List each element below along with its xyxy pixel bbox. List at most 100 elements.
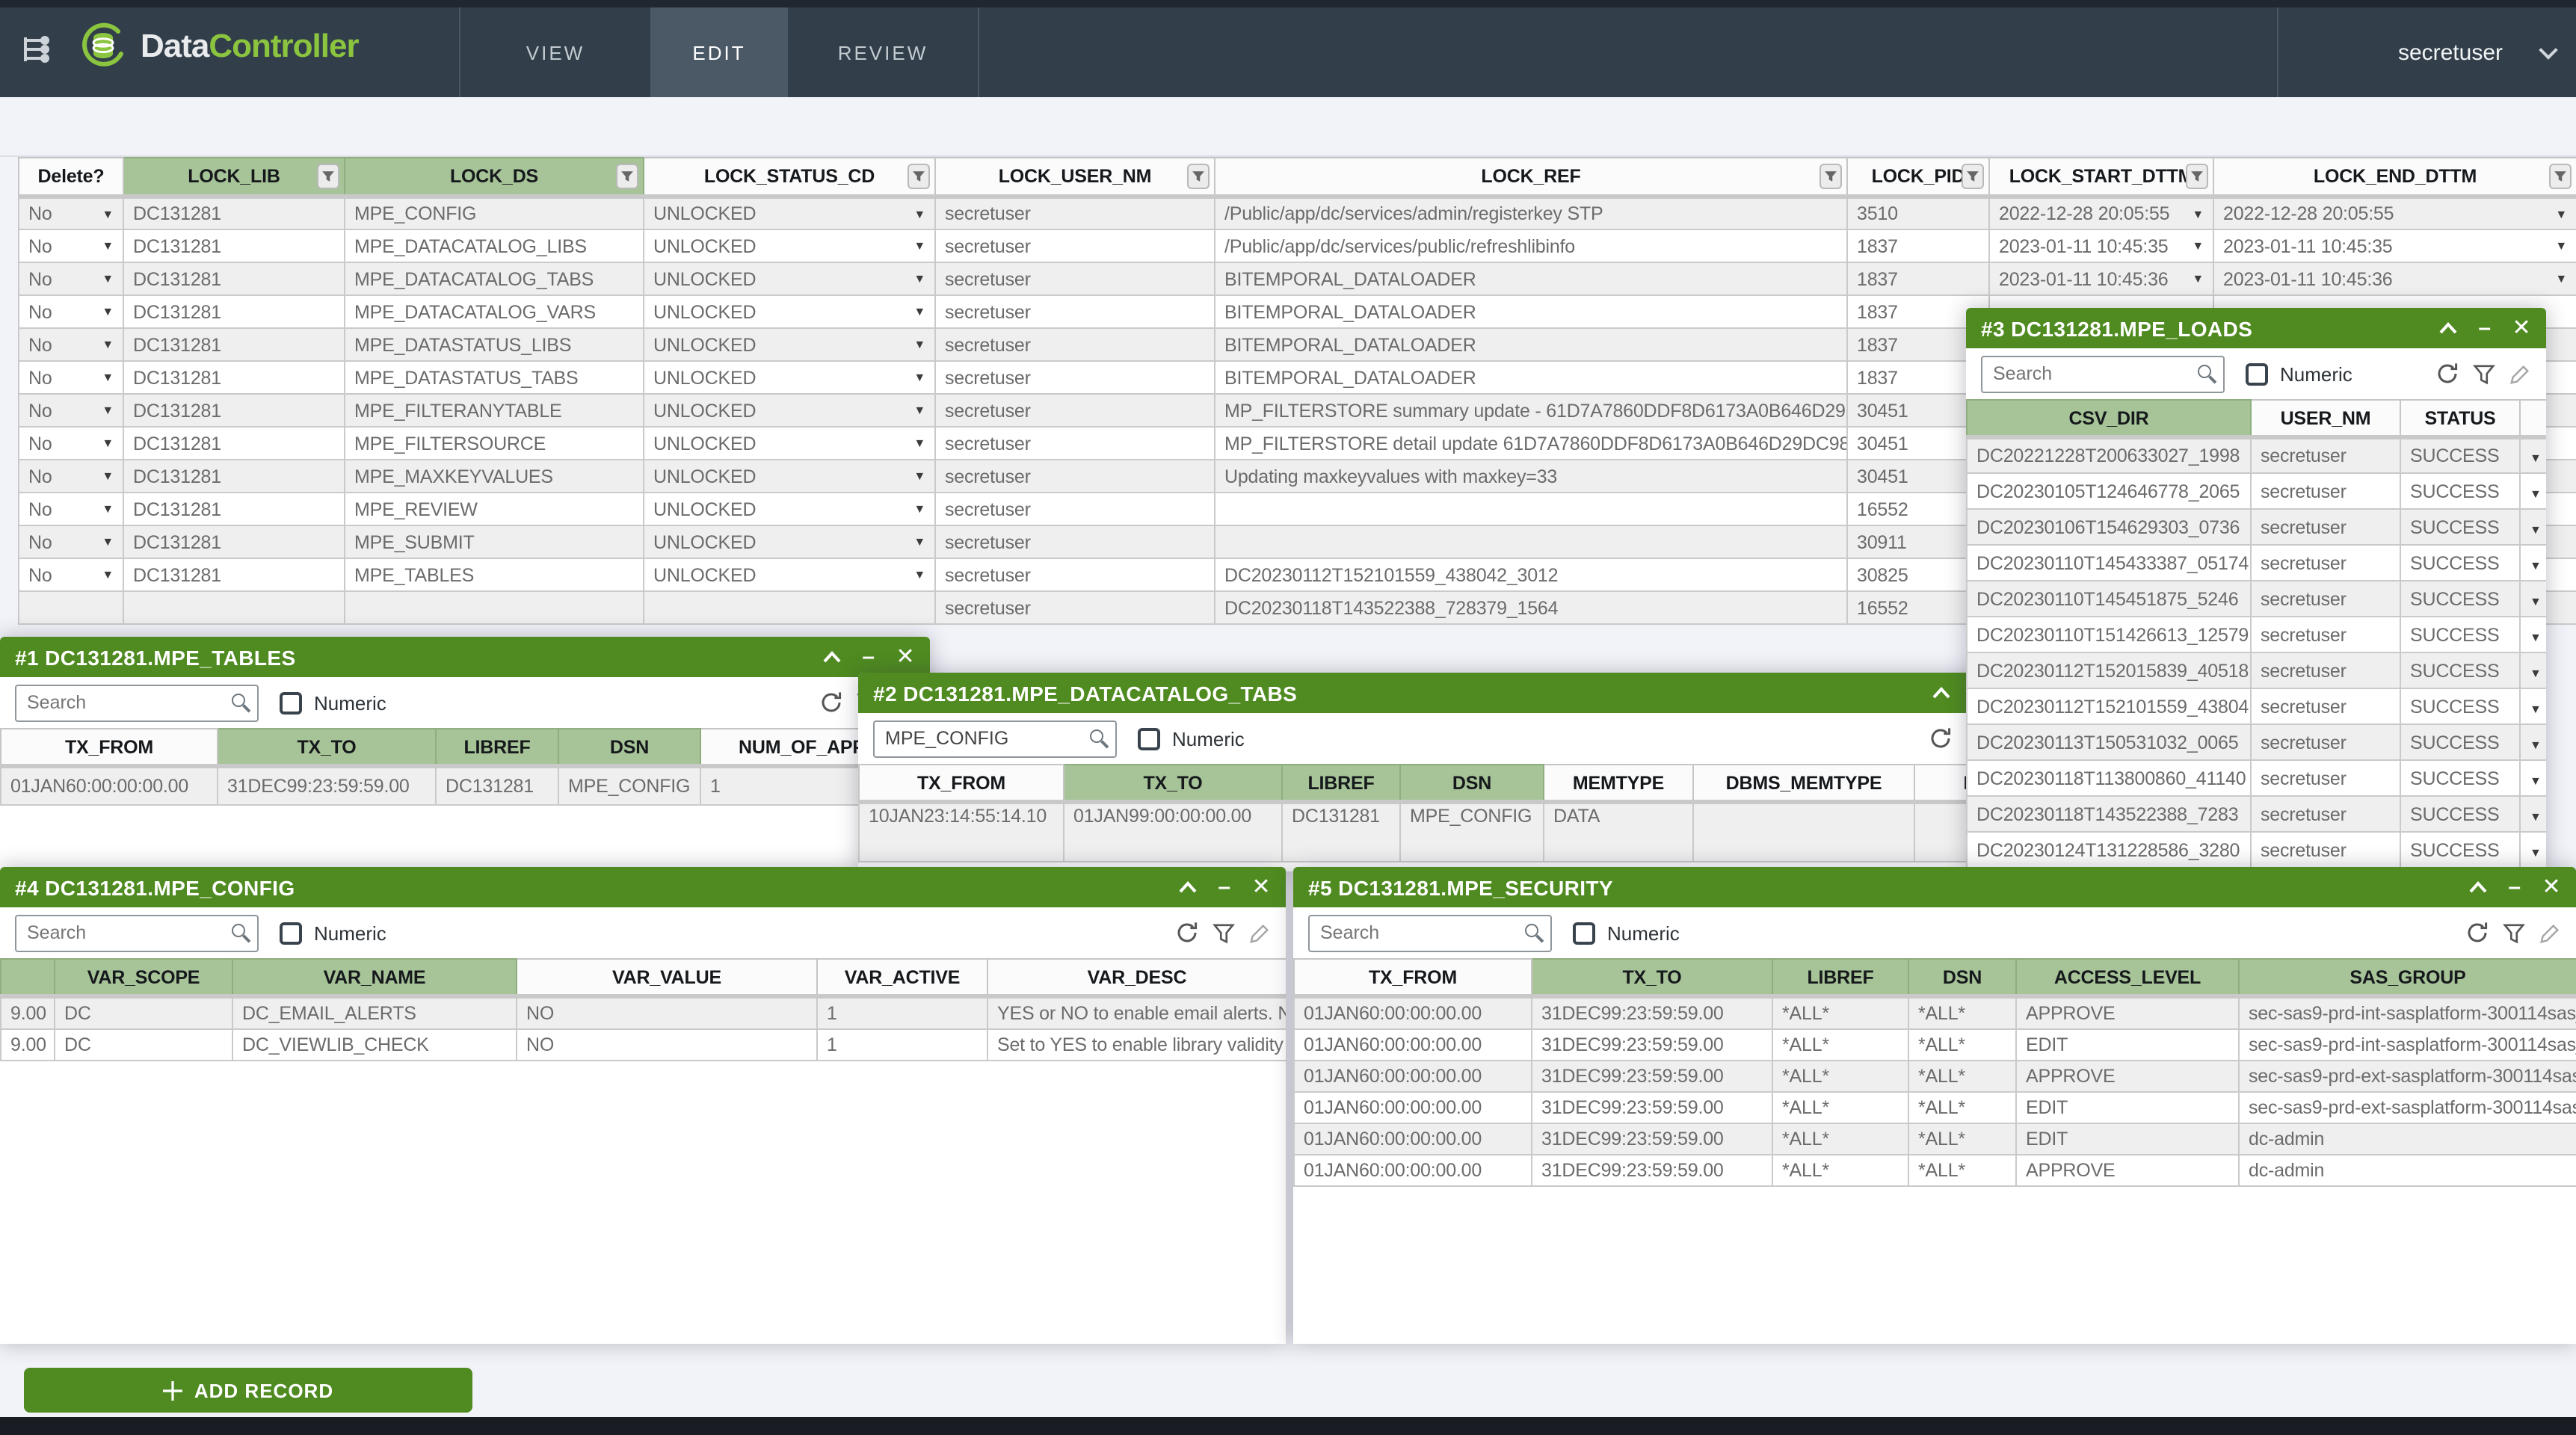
tab-review[interactable]: REVIEW	[788, 7, 979, 97]
tab-view[interactable]: VIEW	[459, 7, 650, 97]
lock-status-select-cell[interactable]: UNLOCKED▼	[644, 394, 935, 427]
lock-status-select-cell[interactable]: UNLOCKED▼	[644, 525, 935, 558]
pencil-icon[interactable]	[1248, 922, 1271, 944]
column-filter-button[interactable]	[317, 164, 339, 189]
pencil-icon[interactable]	[2509, 362, 2531, 385]
refresh-icon[interactable]	[819, 691, 843, 715]
lock-status-select-cell[interactable]: UNLOCKED▼	[644, 361, 935, 394]
lock-status-select-cell[interactable]: UNLOCKED▼	[644, 295, 935, 328]
delete-select-cell[interactable]: No▼	[19, 460, 123, 493]
lock-end-select-cell[interactable]: 2023-01-11 10:45:36▼	[2213, 262, 2576, 295]
collapse-chevron-icon[interactable]	[2438, 321, 2457, 335]
delete-select-cell[interactable]: No▼	[19, 229, 123, 262]
lock-status-select-cell[interactable]: UNLOCKED▼	[644, 427, 935, 460]
column-filter-button[interactable]	[908, 164, 930, 189]
column-filter-button[interactable]	[616, 164, 638, 189]
numeric-checkbox[interactable]: Numeric	[280, 922, 386, 944]
search-input[interactable]	[15, 684, 259, 721]
collapse-chevron-icon[interactable]	[822, 650, 841, 664]
dropdown-cell[interactable]: ▼	[2520, 473, 2546, 509]
column-filter-button[interactable]	[2549, 164, 2572, 189]
delete-select-cell[interactable]: No▼	[19, 394, 123, 427]
lock-status-select-cell[interactable]: UNLOCKED▼	[644, 558, 935, 591]
lock-start-select-cell[interactable]: 2022-12-28 20:05:55▼	[1989, 197, 2213, 229]
col-header-lock-pid: LOCK_PID	[1847, 158, 1989, 197]
minimize-icon[interactable]: –	[862, 646, 875, 668]
collapse-chevron-icon[interactable]	[1177, 880, 1197, 894]
funnel-icon[interactable]	[1212, 922, 1235, 944]
dropdown-cell[interactable]: ▼	[2520, 832, 2546, 868]
close-icon[interactable]: ✕	[2512, 317, 2531, 339]
add-record-button[interactable]: ADD RECORD	[24, 1368, 472, 1413]
minimize-icon[interactable]: –	[2478, 317, 2491, 339]
lock-status-select-cell[interactable]: ▼	[644, 591, 935, 624]
numeric-checkbox[interactable]: Numeric	[280, 691, 386, 714]
lock-status-select-cell[interactable]: UNLOCKED▼	[644, 493, 935, 525]
delete-select-cell[interactable]: No▼	[19, 493, 123, 525]
column-filter-button[interactable]	[1187, 164, 1210, 189]
numeric-checkbox[interactable]: Numeric	[1573, 922, 1680, 944]
refresh-icon[interactable]	[2465, 921, 2489, 945]
numeric-checkbox[interactable]: Numeric	[1138, 727, 1245, 750]
collapse-chevron-icon[interactable]	[1931, 686, 1950, 700]
dropdown-cell[interactable]: ▼	[2520, 617, 2546, 652]
column-filter-button[interactable]	[1962, 164, 1984, 189]
user-menu[interactable]: secretuser	[2277, 7, 2555, 97]
viewbox-titlebar[interactable]: #4 DC131281.MPE_CONFIG – ✕	[0, 867, 1286, 907]
dropdown-cell[interactable]: ▼	[2520, 760, 2546, 796]
collapse-chevron-icon[interactable]	[2468, 880, 2487, 894]
delete-select-cell[interactable]: No▼	[19, 427, 123, 460]
numeric-checkbox[interactable]: Numeric	[2246, 362, 2352, 385]
refresh-icon[interactable]	[1929, 726, 1953, 750]
refresh-icon[interactable]	[2435, 362, 2459, 386]
lock-status-select-cell[interactable]: UNLOCKED▼	[644, 460, 935, 493]
tree-menu-icon[interactable]	[21, 33, 57, 66]
viewbox-titlebar[interactable]: #3 DC131281.MPE_LOADS – ✕	[1966, 308, 2546, 348]
dropdown-cell[interactable]: ▼	[2520, 796, 2546, 832]
tab-edit[interactable]: EDIT	[650, 7, 788, 97]
delete-select-cell[interactable]: No▼	[19, 558, 123, 591]
search-input[interactable]	[1308, 914, 1552, 951]
lock-status-select-cell[interactable]: UNLOCKED▼	[644, 229, 935, 262]
viewbox-titlebar[interactable]: #2 DC131281.MPE_DATACATALOG_TABS – ✕	[858, 673, 2039, 713]
lock-status-select-cell[interactable]: UNLOCKED▼	[644, 197, 935, 229]
lock-status-select-cell[interactable]: UNLOCKED▼	[644, 328, 935, 361]
delete-select-cell[interactable]: No▼	[19, 361, 123, 394]
close-icon[interactable]: ✕	[896, 646, 915, 668]
viewbox-titlebar[interactable]: #5 DC131281.MPE_SECURITY – ✕	[1293, 867, 2576, 907]
brand-logo[interactable]: DataController	[78, 21, 359, 72]
close-icon[interactable]: ✕	[2542, 876, 2561, 898]
column-filter-button[interactable]	[1819, 164, 1842, 189]
funnel-icon[interactable]	[2473, 362, 2495, 385]
funnel-icon[interactable]	[2503, 922, 2525, 944]
dropdown-cell[interactable]: ▼	[2520, 509, 2546, 545]
search-input[interactable]	[15, 914, 259, 951]
minimize-icon[interactable]: –	[1218, 876, 1230, 898]
dropdown-cell[interactable]: ▼	[2520, 581, 2546, 617]
delete-select-cell[interactable]: No▼	[19, 197, 123, 229]
lock-start-select-cell[interactable]: 2023-01-11 10:45:35▼	[1989, 229, 2213, 262]
dropdown-cell[interactable]: ▼	[2520, 437, 2546, 473]
pencil-icon[interactable]	[2539, 922, 2561, 944]
column-filter-button[interactable]	[2186, 164, 2208, 189]
minimize-icon[interactable]: –	[2508, 876, 2521, 898]
delete-select-cell[interactable]: ▼	[19, 591, 123, 624]
delete-select-cell[interactable]: No▼	[19, 328, 123, 361]
delete-select-cell[interactable]: No▼	[19, 525, 123, 558]
lock-ref-cell: BITEMPORAL_DATALOADER	[1215, 361, 1847, 394]
search-input[interactable]	[1981, 355, 2225, 392]
close-icon[interactable]: ✕	[1251, 876, 1271, 898]
search-input[interactable]	[873, 720, 1117, 757]
refresh-icon[interactable]	[1175, 921, 1199, 945]
lock-end-select-cell[interactable]: 2023-01-11 10:45:35▼	[2213, 229, 2576, 262]
lock-status-select-cell[interactable]: UNLOCKED▼	[644, 262, 935, 295]
dropdown-cell[interactable]: ▼	[2520, 545, 2546, 581]
dropdown-cell[interactable]: ▼	[2520, 688, 2546, 724]
lock-start-select-cell[interactable]: 2023-01-11 10:45:36▼	[1989, 262, 2213, 295]
delete-select-cell[interactable]: No▼	[19, 295, 123, 328]
dropdown-cell[interactable]: ▼	[2520, 724, 2546, 760]
lock-end-select-cell[interactable]: 2022-12-28 20:05:55▼	[2213, 197, 2576, 229]
viewbox-titlebar[interactable]: #1 DC131281.MPE_TABLES – ✕	[0, 637, 930, 677]
delete-select-cell[interactable]: No▼	[19, 262, 123, 295]
dropdown-cell[interactable]: ▼	[2520, 652, 2546, 688]
